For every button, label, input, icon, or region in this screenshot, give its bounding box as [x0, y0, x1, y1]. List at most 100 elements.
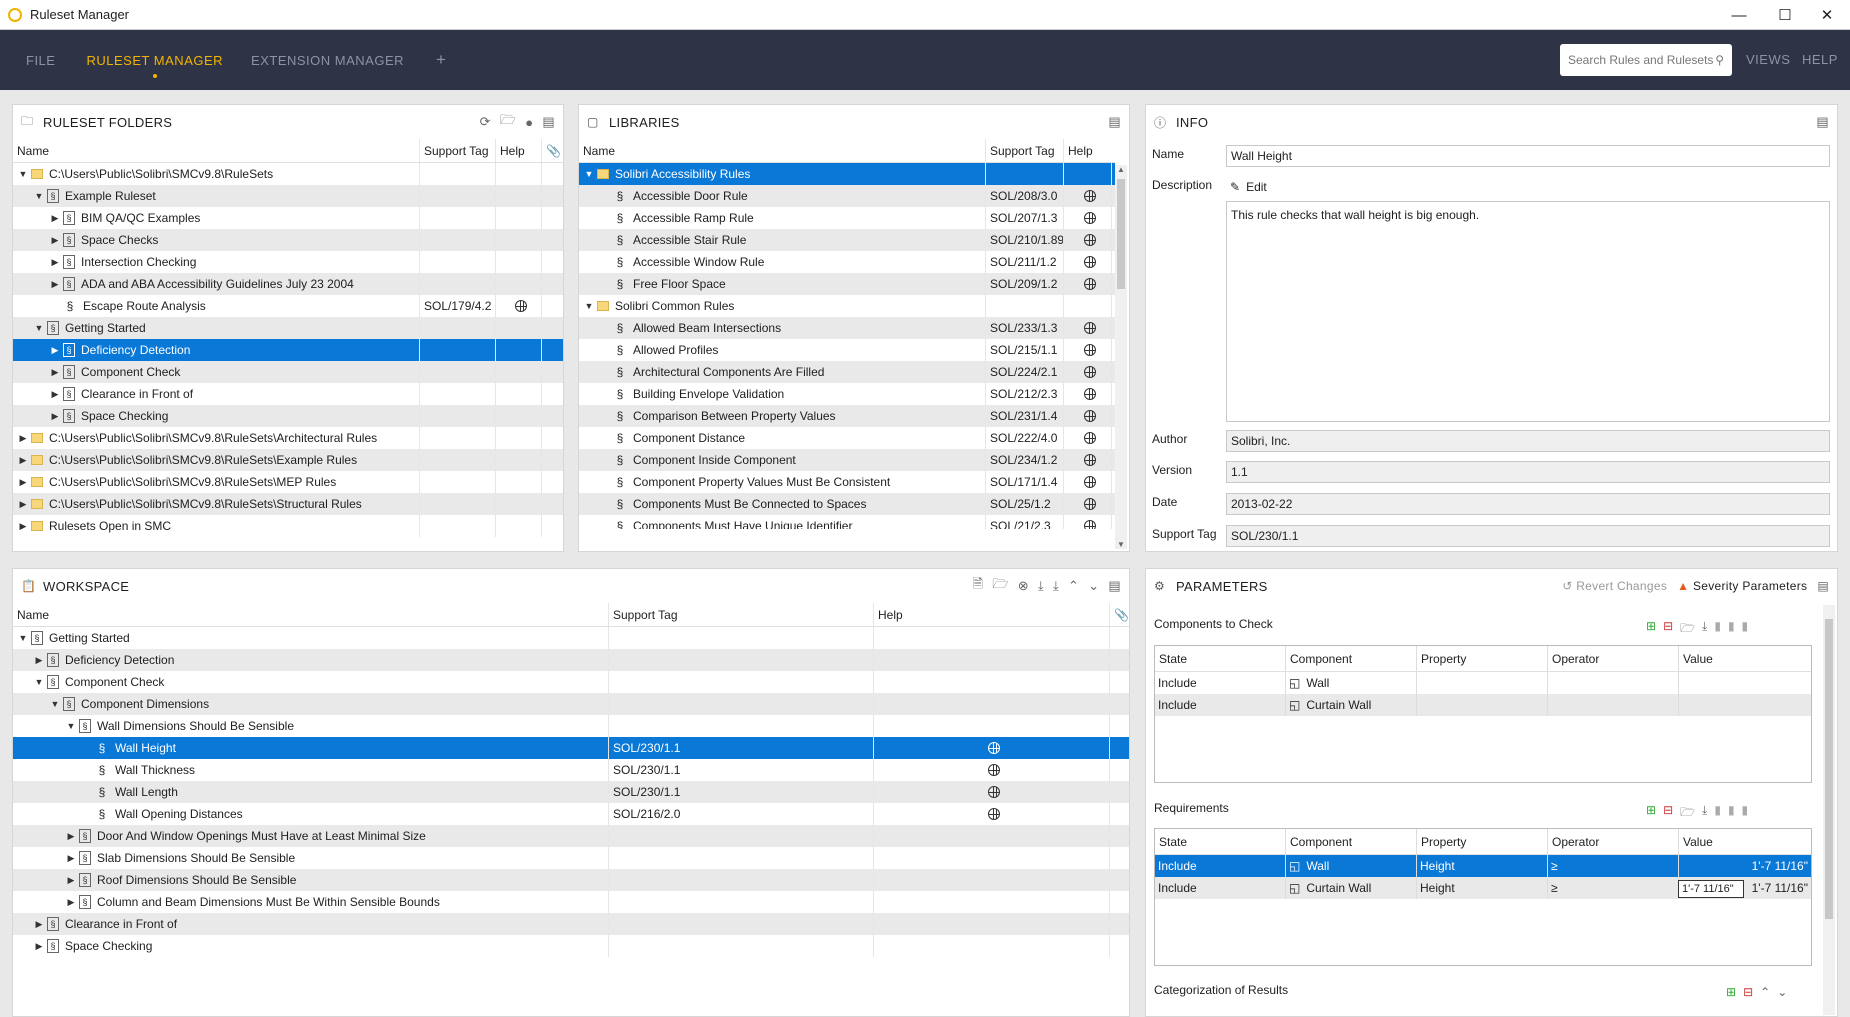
- operator-cell[interactable]: ≥: [1548, 877, 1679, 899]
- help-globe-icon[interactable]: [1083, 476, 1096, 488]
- column-header-property[interactable]: Property: [1417, 646, 1548, 671]
- help-cell[interactable]: [1064, 405, 1112, 427]
- tree-row[interactable]: § Wall Height SOL/230/1.1: [13, 737, 1129, 759]
- maximize-panel-icon[interactable]: ▤: [1816, 114, 1829, 130]
- help-globe-icon[interactable]: [1083, 454, 1096, 466]
- collapsed-arrow-icon[interactable]: ▶: [15, 433, 31, 444]
- help-globe-icon[interactable]: [1083, 256, 1096, 268]
- tree-row[interactable]: § Component Inside Component SOL/234/1.2: [579, 449, 1115, 471]
- help-globe-icon[interactable]: [1083, 498, 1096, 510]
- help-globe-icon[interactable]: [987, 808, 1000, 820]
- date-field[interactable]: 2013-02-22: [1226, 493, 1830, 515]
- open-folder-icon[interactable]: 🗁: [1680, 803, 1695, 824]
- tree-row[interactable]: § Wall Opening Distances SOL/216/2.0: [13, 803, 1129, 825]
- help-globe-icon[interactable]: [1083, 322, 1096, 334]
- tree-row[interactable]: ▶ § BIM QA/QC Examples: [13, 207, 563, 229]
- tree-row[interactable]: § Comparison Between Property Values SOL/2…: [579, 405, 1115, 427]
- value-cell[interactable]: [1679, 694, 1811, 716]
- collapsed-arrow-icon[interactable]: ▶: [47, 213, 63, 224]
- column-header-value[interactable]: Value: [1679, 646, 1811, 671]
- menu-views[interactable]: VIEWS: [1746, 52, 1790, 67]
- tree-row[interactable]: ▶ § Roof Dimensions Should Be Sensible: [13, 869, 1129, 891]
- severity-parameters-button[interactable]: ▲ Severity Parameters: [1677, 579, 1807, 593]
- tree-row[interactable]: § Accessible Door Rule SOL/208/3.0: [579, 185, 1115, 207]
- collapsed-arrow-icon[interactable]: ▶: [15, 499, 31, 510]
- column-header-operator[interactable]: Operator: [1548, 646, 1679, 671]
- help-globe-icon[interactable]: [1083, 278, 1096, 290]
- tree-row[interactable]: ▶ § Slab Dimensions Should Be Sensible: [13, 847, 1129, 869]
- state-cell[interactable]: Include: [1155, 694, 1286, 716]
- help-cell[interactable]: [1064, 273, 1112, 295]
- tree-row[interactable]: § Wall Length SOL/230/1.1: [13, 781, 1129, 803]
- support-tag-field[interactable]: SOL/230/1.1: [1226, 525, 1830, 547]
- expanded-arrow-icon[interactable]: ▼: [31, 323, 47, 333]
- column-header-help[interactable]: Help: [496, 139, 542, 162]
- close-button[interactable]: ✕: [1804, 0, 1850, 30]
- menu-help[interactable]: HELP: [1802, 52, 1838, 67]
- tree-row[interactable]: ▶ C:\Users\Public\Solibri\SMCv9.8\RuleSet…: [13, 471, 563, 493]
- tree-row[interactable]: ▶ § Space Checks: [13, 229, 563, 251]
- column-header-help[interactable]: Help: [874, 603, 1110, 626]
- expanded-arrow-icon[interactable]: ▼: [63, 721, 79, 731]
- help-cell[interactable]: [874, 737, 1110, 759]
- tree-row[interactable]: ▼ § Example Ruleset: [13, 185, 563, 207]
- column-header-state[interactable]: State: [1155, 829, 1286, 854]
- help-cell[interactable]: [1064, 361, 1112, 383]
- help-cell[interactable]: [874, 803, 1110, 825]
- tree-row[interactable]: ▼ § Component Dimensions: [13, 693, 1129, 715]
- parameter-row[interactable]: Include ◱ Wall Height ≥1'-7 11/16": [1155, 855, 1811, 877]
- move-down-icon[interactable]: ⌄: [1088, 578, 1099, 594]
- name-field[interactable]: Wall Height: [1226, 145, 1830, 167]
- tree-row[interactable]: ▶ § Door And Window Openings Must Have at …: [13, 825, 1129, 847]
- column-header-support-tag[interactable]: Support Tag: [609, 603, 874, 626]
- property-cell[interactable]: [1417, 694, 1548, 716]
- tree-row[interactable]: ▶ § Intersection Checking: [13, 251, 563, 273]
- component-cell[interactable]: ◱ Wall: [1286, 855, 1417, 877]
- help-cell[interactable]: [1064, 185, 1112, 207]
- add-row-icon[interactable]: ⊞: [1646, 619, 1656, 640]
- collapsed-arrow-icon[interactable]: ▶: [47, 411, 63, 422]
- remove-folder-icon[interactable]: ●: [525, 115, 533, 130]
- parameter-row[interactable]: Include ◱ Curtain Wall: [1155, 694, 1811, 716]
- column-header-value[interactable]: Value: [1679, 829, 1811, 854]
- tree-row[interactable]: § Allowed Beam Intersections SOL/233/1.3: [579, 317, 1115, 339]
- minimize-button[interactable]: —: [1716, 0, 1762, 30]
- paste-icon[interactable]: ▮: [1728, 803, 1735, 824]
- value-edit-field[interactable]: 1'-7 11/16": [1678, 880, 1744, 898]
- help-cell[interactable]: [874, 781, 1110, 803]
- paste-icon[interactable]: ▮: [1728, 619, 1735, 640]
- edit-description-button[interactable]: ✎ Edit: [1230, 180, 1267, 194]
- collapsed-arrow-icon[interactable]: ▶: [47, 345, 63, 356]
- tree-row[interactable]: ▶ C:\Users\Public\Solibri\SMCv9.8\RuleSet…: [13, 493, 563, 515]
- new-ruleset-icon[interactable]: 🗎: [973, 575, 984, 597]
- parameter-row[interactable]: Include ◱ Wall: [1155, 672, 1811, 694]
- tab-file[interactable]: FILE: [26, 53, 55, 68]
- author-field[interactable]: Solibri, Inc.: [1226, 430, 1830, 452]
- help-cell[interactable]: [1064, 493, 1112, 515]
- tree-row[interactable]: ▼ C:\Users\Public\Solibri\SMCv9.8\RuleSet…: [13, 163, 563, 185]
- tree-row[interactable]: § Free Floor Space SOL/209/1.2: [579, 273, 1115, 295]
- column-header-help[interactable]: Help: [1064, 139, 1112, 162]
- maximize-button[interactable]: ☐: [1762, 0, 1808, 30]
- column-header-support-tag[interactable]: Support Tag: [420, 139, 496, 162]
- refresh-icon[interactable]: ⟳: [480, 114, 491, 130]
- column-header-support-tag[interactable]: Support Tag: [986, 139, 1064, 162]
- tab-extension-manager[interactable]: EXTENSION MANAGER: [251, 53, 404, 68]
- tree-row[interactable]: § Accessible Window Rule SOL/211/1.2: [579, 251, 1115, 273]
- column-header-state[interactable]: State: [1155, 646, 1286, 671]
- expanded-arrow-icon[interactable]: ▼: [581, 301, 597, 311]
- download-all-icon[interactable]: ⤓: [1053, 578, 1059, 594]
- help-cell[interactable]: [1064, 471, 1112, 493]
- expanded-arrow-icon[interactable]: ▼: [581, 169, 597, 179]
- copy-icon[interactable]: ▮: [1714, 803, 1721, 824]
- help-globe-icon[interactable]: [1083, 234, 1096, 246]
- collapsed-arrow-icon[interactable]: ▶: [63, 853, 79, 864]
- tree-row[interactable]: § Component Property Values Must Be Consi…: [579, 471, 1115, 493]
- scrollbar-thumb[interactable]: [1117, 179, 1125, 289]
- tree-row[interactable]: ▶ § Deficiency Detection: [13, 339, 563, 361]
- column-header-name[interactable]: Name: [13, 139, 420, 162]
- tree-row[interactable]: § Accessible Ramp Rule SOL/207/1.3: [579, 207, 1115, 229]
- state-cell[interactable]: Include: [1155, 672, 1286, 694]
- help-cell[interactable]: [1064, 383, 1112, 405]
- tree-row[interactable]: ▼ § Getting Started: [13, 317, 563, 339]
